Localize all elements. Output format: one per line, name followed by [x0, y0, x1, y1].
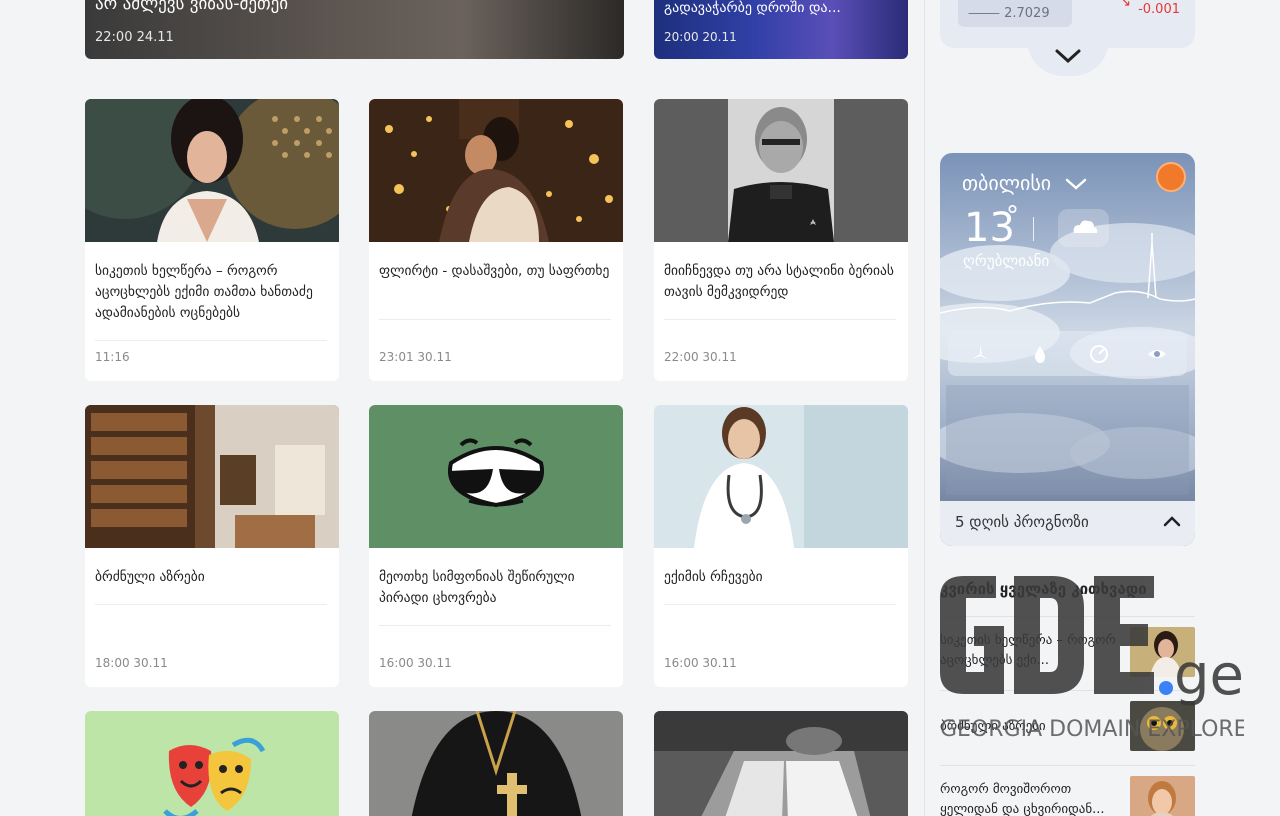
week-popular-item-title[interactable]: სიკეთის ხელწერა – როგორ აცოცხლებს ექი... — [940, 631, 1120, 671]
divider — [379, 625, 611, 626]
currency-icon: ⸻ — [968, 6, 1000, 21]
humidity-icon — [1030, 344, 1050, 364]
top-article-title[interactable]: გადავაჭარბე დროში და... — [664, 0, 898, 16]
divider — [379, 319, 611, 320]
week-popular-thumb[interactable] — [1130, 627, 1195, 677]
top-article-date: 20:00 20.11 — [664, 30, 737, 44]
article-card[interactable] — [369, 711, 623, 816]
top-article-card[interactable]: გადავაჭარბე დროში და... 20:00 20.11 — [654, 0, 908, 59]
article-date: 11:16 — [95, 350, 130, 364]
week-popular-item[interactable]: სიკეთის ხელწერა – როგორ აცოცხლებს ექი... — [940, 627, 1195, 677]
article-card[interactable]: სიკეთის ხელწერა – როგორ აცოცხლებს ექიმი … — [85, 99, 339, 381]
cloud-icon — [1058, 209, 1109, 247]
week-popular-thumb[interactable] — [1130, 701, 1195, 751]
article-image[interactable] — [654, 405, 908, 548]
currency-expand-button[interactable] — [1027, 40, 1109, 76]
divider — [95, 604, 327, 605]
forecast-toggle[interactable]: 5 დღის პროგნოზი — [940, 501, 1195, 546]
chevron-down-icon[interactable] — [1065, 177, 1087, 191]
article-image[interactable] — [85, 405, 339, 548]
weather-details-panel — [946, 385, 1189, 495]
page: არ აძლევს ვიზას-მეთეი 22:00 24.11 გადავა… — [0, 0, 1280, 816]
article-image[interactable] — [369, 405, 623, 548]
currency-rate: 2.7029 — [1004, 6, 1050, 21]
week-popular-item-title[interactable]: ბრძნული აზრები — [940, 717, 1120, 737]
week-popular-item[interactable]: ბრძნული აზრები — [940, 701, 1195, 751]
top-article-card[interactable]: არ აძლევს ვიზას-მეთეი 22:00 24.11 — [85, 0, 624, 59]
divider — [940, 690, 1195, 691]
divider — [664, 319, 896, 320]
article-date: 22:00 30.11 — [664, 350, 737, 364]
currency-rate-box: ⸻ 2.7029 — [958, 0, 1072, 27]
week-popular-title: კვირის ყველაზე კითხვადი — [940, 580, 1147, 598]
forecast-label[interactable]: 5 დღის პროგნოზი — [955, 513, 1089, 531]
article-title[interactable]: ფლირტი - დასაშვები, თუ საფრთხე — [379, 261, 611, 282]
article-title[interactable]: მიიჩნევდა თუ არა სტალინი ბერიას თავის მე… — [664, 261, 896, 303]
article-image[interactable] — [369, 99, 623, 242]
visibility-icon — [1147, 344, 1167, 364]
degree-symbol: ° — [1006, 201, 1019, 231]
article-date: 16:00 30.11 — [664, 656, 737, 670]
weather-condition: ღრუბლიანი — [963, 252, 1050, 270]
pressure-icon — [1089, 344, 1109, 364]
column-divider — [924, 0, 925, 816]
article-title[interactable]: მეოთხე სიმფონიას შეწირული პირადი ცხოვრებ… — [379, 567, 611, 609]
divider — [95, 340, 327, 341]
divider — [1033, 217, 1034, 241]
article-image[interactable] — [85, 99, 339, 242]
week-popular-item-title[interactable]: როგორ მოვიშოროთ ყელიდან და ცხვირიდან... — [940, 780, 1120, 816]
article-card[interactable]: ექიმის რჩევები 16:00 30.11 — [654, 405, 908, 687]
top-article-title[interactable]: არ აძლევს ვიზას-მეთეი — [95, 0, 614, 14]
weather-city[interactable]: თბილისი — [962, 171, 1051, 195]
article-date: 16:00 30.11 — [379, 656, 452, 670]
article-image[interactable] — [654, 711, 908, 816]
article-card[interactable] — [85, 711, 339, 816]
divider — [940, 765, 1195, 766]
article-card[interactable]: მეოთხე სიმფონიას შეწირული პირადი ცხოვრებ… — [369, 405, 623, 687]
article-title[interactable]: ექიმის რჩევები — [664, 567, 896, 588]
article-image[interactable] — [85, 711, 339, 816]
weather-stats — [948, 331, 1187, 376]
divider — [940, 616, 1195, 617]
article-title[interactable]: სიკეთის ხელწერა – როგორ აცოცხლებს ექიმი … — [95, 261, 327, 324]
article-card[interactable]: ფლირტი - დასაშვები, თუ საფრთხე 23:01 30.… — [369, 99, 623, 381]
week-popular-thumb[interactable] — [1130, 776, 1195, 816]
top-article-date: 22:00 24.11 — [95, 30, 174, 45]
trend-down-icon: ↘ — [1119, 0, 1131, 10]
weather-widget: თბილისი 13 ° ღრუბლიანი 5 დღის პროგნოზი — [940, 153, 1195, 546]
article-image[interactable] — [654, 99, 908, 242]
article-date: 23:01 30.11 — [379, 350, 452, 364]
article-title[interactable]: ბრძნული აზრები — [95, 567, 327, 588]
basketball-icon[interactable] — [1156, 162, 1186, 192]
currency-change: -0.001 — [1138, 2, 1180, 17]
article-date: 18:00 30.11 — [95, 656, 168, 670]
divider — [664, 604, 896, 605]
article-card[interactable]: ბრძნული აზრები 18:00 30.11 — [85, 405, 339, 687]
chevron-up-icon[interactable] — [1163, 515, 1181, 527]
article-image[interactable] — [369, 711, 623, 816]
article-card[interactable] — [654, 711, 908, 816]
week-popular-item[interactable]: როგორ მოვიშოროთ ყელიდან და ცხვირიდან... — [940, 776, 1195, 816]
article-card[interactable]: მიიჩნევდა თუ არა სტალინი ბერიას თავის მე… — [654, 99, 908, 381]
wind-icon — [970, 344, 990, 364]
chevron-down-icon — [1055, 49, 1081, 64]
